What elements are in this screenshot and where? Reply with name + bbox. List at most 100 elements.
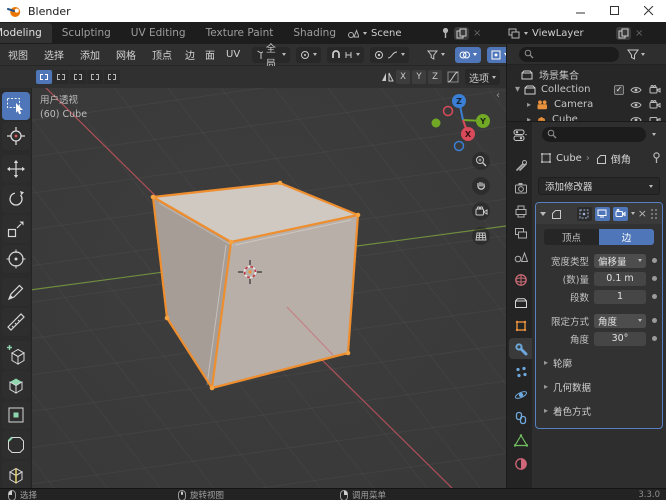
outliner-camera-row[interactable]: ▸ Camera bbox=[507, 97, 666, 112]
select-mode-new-button[interactable] bbox=[36, 70, 52, 84]
animate-dot[interactable] bbox=[652, 276, 657, 281]
expand-icon[interactable] bbox=[540, 211, 546, 216]
maximize-button[interactable] bbox=[598, 0, 632, 22]
collection-checkbox[interactable]: ✓ bbox=[614, 84, 624, 95]
tool-rotate[interactable] bbox=[2, 185, 30, 213]
tool-transform[interactable] bbox=[2, 245, 30, 273]
show-gizmo-dropdown[interactable] bbox=[423, 47, 449, 63]
pin-icon[interactable] bbox=[652, 152, 661, 164]
tab-uv-editing[interactable]: UV Editing bbox=[121, 23, 196, 43]
unlink-scene-icon[interactable]: × bbox=[473, 28, 481, 39]
limit-method-dropdown[interactable]: 角度 bbox=[594, 313, 646, 328]
tool-annotate[interactable] bbox=[2, 278, 30, 306]
outliner-search-input[interactable] bbox=[519, 46, 619, 62]
tab-view-layer[interactable] bbox=[509, 223, 532, 244]
angle-field[interactable]: 30° bbox=[594, 331, 646, 346]
tool-move[interactable] bbox=[2, 155, 30, 183]
select-mode-extend-button[interactable] bbox=[53, 70, 69, 84]
menu-view[interactable]: 视图 bbox=[0, 47, 36, 62]
navigation-gizmo[interactable]: Z Y X bbox=[430, 88, 496, 154]
orthographic-toggle-button[interactable] bbox=[472, 227, 490, 245]
sidebar-toggle-icon[interactable]: ‹ bbox=[496, 90, 500, 101]
tab-constraints[interactable] bbox=[509, 407, 532, 428]
select-mode-subtract-button[interactable] bbox=[70, 70, 86, 84]
close-button[interactable] bbox=[632, 0, 666, 22]
tab-modeling[interactable]: Modeling bbox=[0, 23, 52, 43]
disclosure-triangle-icon[interactable]: ▾ bbox=[515, 84, 520, 95]
render-visibility-icon[interactable] bbox=[649, 85, 661, 94]
filter-icon[interactable] bbox=[627, 49, 639, 60]
snap-falloff-icon[interactable] bbox=[447, 71, 459, 83]
tab-material[interactable] bbox=[509, 453, 532, 474]
outliner-scene-collection[interactable]: 场景集合 bbox=[507, 67, 666, 82]
geometry-section[interactable]: ▸ 几何数据 bbox=[544, 379, 654, 394]
tool-measure[interactable] bbox=[2, 308, 30, 336]
render-visibility-icon[interactable] bbox=[649, 100, 661, 109]
menu-uv[interactable]: UV bbox=[220, 49, 246, 60]
animate-dot[interactable] bbox=[652, 336, 657, 341]
overlays-toggle[interactable] bbox=[455, 46, 482, 63]
new-view-layer-icon[interactable] bbox=[616, 26, 631, 40]
shading-section[interactable]: ▸ 着色方式 bbox=[544, 403, 654, 418]
menu-mesh[interactable]: 网格 bbox=[108, 47, 144, 62]
pin-icon[interactable] bbox=[441, 27, 450, 39]
menu-select[interactable]: 选择 bbox=[36, 47, 72, 62]
width-type-dropdown[interactable]: 偏移量 bbox=[594, 253, 646, 268]
profile-section[interactable]: ▸ 轮廓 bbox=[544, 355, 654, 370]
viewport-canvas[interactable]: 用户透视 (60) Cube ‹ Z Y X bbox=[0, 88, 506, 488]
tool-loop-cut[interactable] bbox=[2, 461, 30, 489]
tab-object[interactable] bbox=[509, 315, 532, 336]
menu-edge[interactable]: 边 bbox=[180, 47, 200, 62]
edit-mode-toggle[interactable] bbox=[576, 206, 592, 221]
tab-object-data[interactable] bbox=[509, 430, 532, 451]
segments-field[interactable]: 1 bbox=[594, 289, 646, 304]
tool-extrude-region[interactable] bbox=[2, 371, 30, 399]
affect-edges-tab[interactable]: 边 bbox=[599, 229, 654, 245]
tool-cursor[interactable] bbox=[2, 122, 30, 150]
tab-output[interactable] bbox=[509, 200, 532, 221]
eye-icon[interactable] bbox=[630, 86, 642, 94]
tab-sculpting[interactable]: Sculpting bbox=[52, 23, 121, 43]
tab-physics[interactable] bbox=[509, 384, 532, 405]
delete-modifier-icon[interactable]: × bbox=[638, 208, 647, 219]
tab-tool[interactable] bbox=[509, 154, 532, 175]
remove-view-layer-icon[interactable]: × bbox=[635, 28, 643, 39]
snapping-dropdown[interactable] bbox=[327, 46, 365, 63]
proportional-editing-group[interactable] bbox=[370, 46, 410, 63]
affect-vertices-tab[interactable]: 顶点 bbox=[544, 229, 599, 245]
zoom-tool-button[interactable] bbox=[472, 152, 490, 170]
disclosure-triangle-icon[interactable]: ▸ bbox=[527, 100, 531, 109]
tab-world[interactable] bbox=[509, 269, 532, 290]
tab-collection[interactable] bbox=[509, 292, 532, 313]
extras-dropdown-icon[interactable] bbox=[630, 212, 635, 215]
drag-handle-icon[interactable] bbox=[650, 208, 658, 220]
mirror-y-button[interactable]: Y bbox=[412, 70, 426, 84]
menu-face[interactable]: 面 bbox=[200, 47, 220, 62]
properties-search-input[interactable] bbox=[542, 126, 646, 142]
eye-icon[interactable] bbox=[630, 101, 642, 109]
breadcrumb-object[interactable]: Cube bbox=[556, 153, 582, 164]
camera-view-button[interactable] bbox=[472, 202, 490, 220]
amount-field[interactable]: 0.1 m bbox=[594, 271, 646, 286]
tool-scale[interactable] bbox=[2, 215, 30, 243]
animate-dot[interactable] bbox=[652, 318, 657, 323]
tab-render[interactable] bbox=[509, 177, 532, 198]
menu-vertex[interactable]: 顶点 bbox=[144, 47, 180, 62]
tab-modifiers[interactable] bbox=[509, 338, 532, 359]
transform-orientation-dropdown[interactable]: 全局 bbox=[252, 44, 291, 70]
tool-bevel[interactable] bbox=[2, 431, 30, 459]
outliner-collection-row[interactable]: ▾ Collection ✓ bbox=[507, 82, 666, 97]
animate-dot[interactable] bbox=[652, 294, 657, 299]
animate-dot[interactable] bbox=[652, 258, 657, 263]
mirror-icon[interactable] bbox=[381, 71, 394, 83]
render-toggle[interactable] bbox=[612, 206, 628, 221]
mirror-z-button[interactable]: Z bbox=[428, 70, 442, 84]
add-modifier-button[interactable]: 添加修改器 bbox=[538, 177, 660, 195]
editor-type-selector[interactable] bbox=[509, 125, 532, 146]
new-scene-icon[interactable] bbox=[454, 26, 469, 40]
pan-tool-button[interactable] bbox=[472, 177, 490, 195]
tool-inset-faces[interactable] bbox=[2, 401, 30, 429]
select-mode-invert-button[interactable] bbox=[87, 70, 103, 84]
breadcrumb-modifier[interactable]: 倒角 bbox=[611, 151, 631, 166]
select-mode-intersect-button[interactable] bbox=[104, 70, 120, 84]
